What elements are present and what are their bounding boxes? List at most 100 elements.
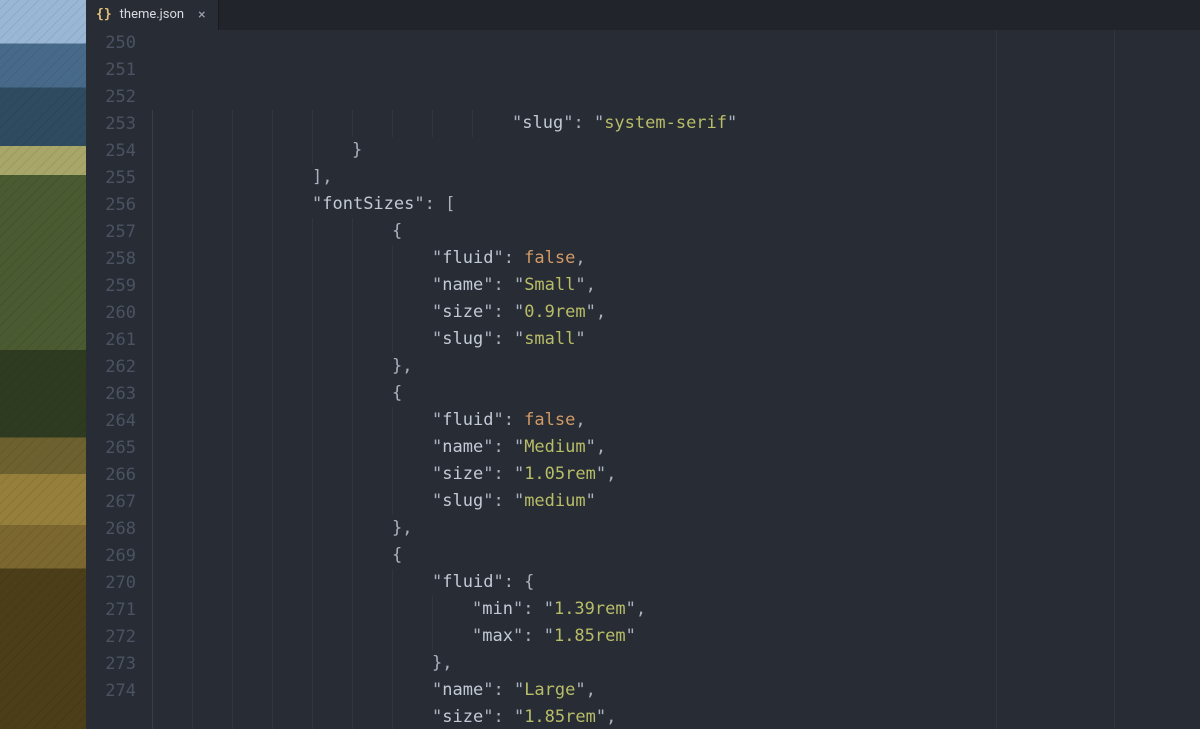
- code-line[interactable]: "fluid": false,: [148, 407, 1200, 434]
- json-punct: :: [493, 707, 513, 727]
- line-number: 265: [86, 435, 136, 462]
- json-key: fluid: [442, 248, 493, 268]
- close-icon[interactable]: ×: [198, 8, 205, 22]
- json-punct: ,: [636, 599, 646, 619]
- json-string: Large: [524, 680, 575, 700]
- json-punct: ": [514, 437, 524, 457]
- json-string: 0.9rem: [524, 302, 585, 322]
- json-key: fontSizes: [322, 194, 414, 214]
- json-string: small: [524, 329, 575, 349]
- code-line[interactable]: "size": "0.9rem",: [148, 299, 1200, 326]
- line-number: 263: [86, 381, 136, 408]
- json-punct: ": [493, 572, 503, 592]
- json-string: Medium: [524, 437, 585, 457]
- json-punct: ": [432, 302, 442, 322]
- code-line[interactable]: "fontSizes": [: [148, 191, 1200, 218]
- json-punct: },: [392, 356, 412, 376]
- line-number: 250: [86, 30, 136, 57]
- json-string: 1.85rem: [554, 626, 626, 646]
- json-punct: ": [586, 491, 596, 511]
- code-line[interactable]: ],: [148, 164, 1200, 191]
- line-number: 252: [86, 84, 136, 111]
- code-line[interactable]: "slug": "small": [148, 326, 1200, 353]
- code-line[interactable]: "slug": "system-serif": [148, 110, 1200, 137]
- code-line[interactable]: "slug": "medium": [148, 488, 1200, 515]
- json-punct: ": [483, 302, 493, 322]
- json-punct: ": [472, 626, 482, 646]
- json-punct: ,: [575, 410, 585, 430]
- code-line[interactable]: }: [148, 137, 1200, 164]
- code-line[interactable]: {: [148, 380, 1200, 407]
- json-punct: ,: [575, 248, 585, 268]
- json-punct: ": [483, 329, 493, 349]
- code-line[interactable]: {: [148, 218, 1200, 245]
- json-key: slug: [522, 113, 563, 133]
- json-punct: ": [483, 275, 493, 295]
- json-punct: ": [594, 113, 604, 133]
- code-line[interactable]: "max": "1.85rem": [148, 623, 1200, 650]
- json-punct: ": [544, 626, 554, 646]
- json-punct: :: [493, 275, 513, 295]
- code-line[interactable]: "size": "1.85rem",: [148, 704, 1200, 729]
- code-line[interactable]: "fluid": false,: [148, 245, 1200, 272]
- json-punct: ": [575, 680, 585, 700]
- json-punct: ": [586, 302, 596, 322]
- json-punct: ": [512, 113, 522, 133]
- code-line[interactable]: {: [148, 542, 1200, 569]
- json-punct: ": [493, 410, 503, 430]
- line-number: 254: [86, 138, 136, 165]
- json-punct: ": [514, 302, 524, 322]
- line-number: 258: [86, 246, 136, 273]
- json-punct: ": [414, 194, 424, 214]
- json-punct: ,: [586, 275, 596, 295]
- code-line[interactable]: },: [148, 650, 1200, 677]
- json-punct: ": [727, 113, 737, 133]
- code-line[interactable]: "name": "Large",: [148, 677, 1200, 704]
- json-punct: ": [563, 113, 573, 133]
- line-number: 261: [86, 327, 136, 354]
- json-punct: ],: [312, 167, 332, 187]
- code-line[interactable]: "min": "1.39rem",: [148, 596, 1200, 623]
- json-punct: },: [392, 518, 412, 538]
- code-content[interactable]: "slug": "system-serif"}],"fontSizes": [{…: [148, 30, 1200, 729]
- json-key: name: [442, 437, 483, 457]
- json-punct: ": [596, 464, 606, 484]
- code-line[interactable]: "size": "1.05rem",: [148, 461, 1200, 488]
- line-number: 268: [86, 516, 136, 543]
- line-number: 267: [86, 489, 136, 516]
- code-line[interactable]: "name": "Small",: [148, 272, 1200, 299]
- json-punct: ": [432, 707, 442, 727]
- code-line[interactable]: },: [148, 353, 1200, 380]
- json-punct: :: [493, 464, 513, 484]
- code-editor[interactable]: 2502512522532542552562572582592602612622…: [86, 30, 1200, 729]
- tab-theme-json[interactable]: {} theme.json ×: [86, 0, 219, 30]
- json-string: Small: [524, 275, 575, 295]
- json-key: name: [442, 680, 483, 700]
- code-line[interactable]: "fluid": {: [148, 569, 1200, 596]
- json-punct: ": [432, 329, 442, 349]
- json-punct: ": [432, 680, 442, 700]
- json-key: size: [442, 464, 483, 484]
- json-punct: ": [544, 599, 554, 619]
- line-number: 259: [86, 273, 136, 300]
- json-punct: ,: [586, 680, 596, 700]
- line-number: 272: [86, 624, 136, 651]
- json-punct: :: [493, 437, 513, 457]
- json-punct: ": [575, 275, 585, 295]
- json-punct: ": [483, 491, 493, 511]
- json-icon: {}: [96, 7, 112, 22]
- json-punct: ,: [606, 464, 616, 484]
- json-punct: ": [626, 626, 636, 646]
- json-punct: ": [513, 626, 523, 646]
- json-string: 1.39rem: [554, 599, 626, 619]
- json-punct: }: [352, 140, 362, 160]
- json-punct: ": [514, 491, 524, 511]
- editor-window: {} theme.json × 250251252253254255256257…: [86, 0, 1200, 729]
- json-punct: ": [432, 248, 442, 268]
- json-punct: ": [626, 599, 636, 619]
- code-line[interactable]: },: [148, 515, 1200, 542]
- json-punct: : [: [425, 194, 456, 214]
- json-string: 1.85rem: [524, 707, 596, 727]
- code-line[interactable]: "name": "Medium",: [148, 434, 1200, 461]
- json-punct: ": [483, 707, 493, 727]
